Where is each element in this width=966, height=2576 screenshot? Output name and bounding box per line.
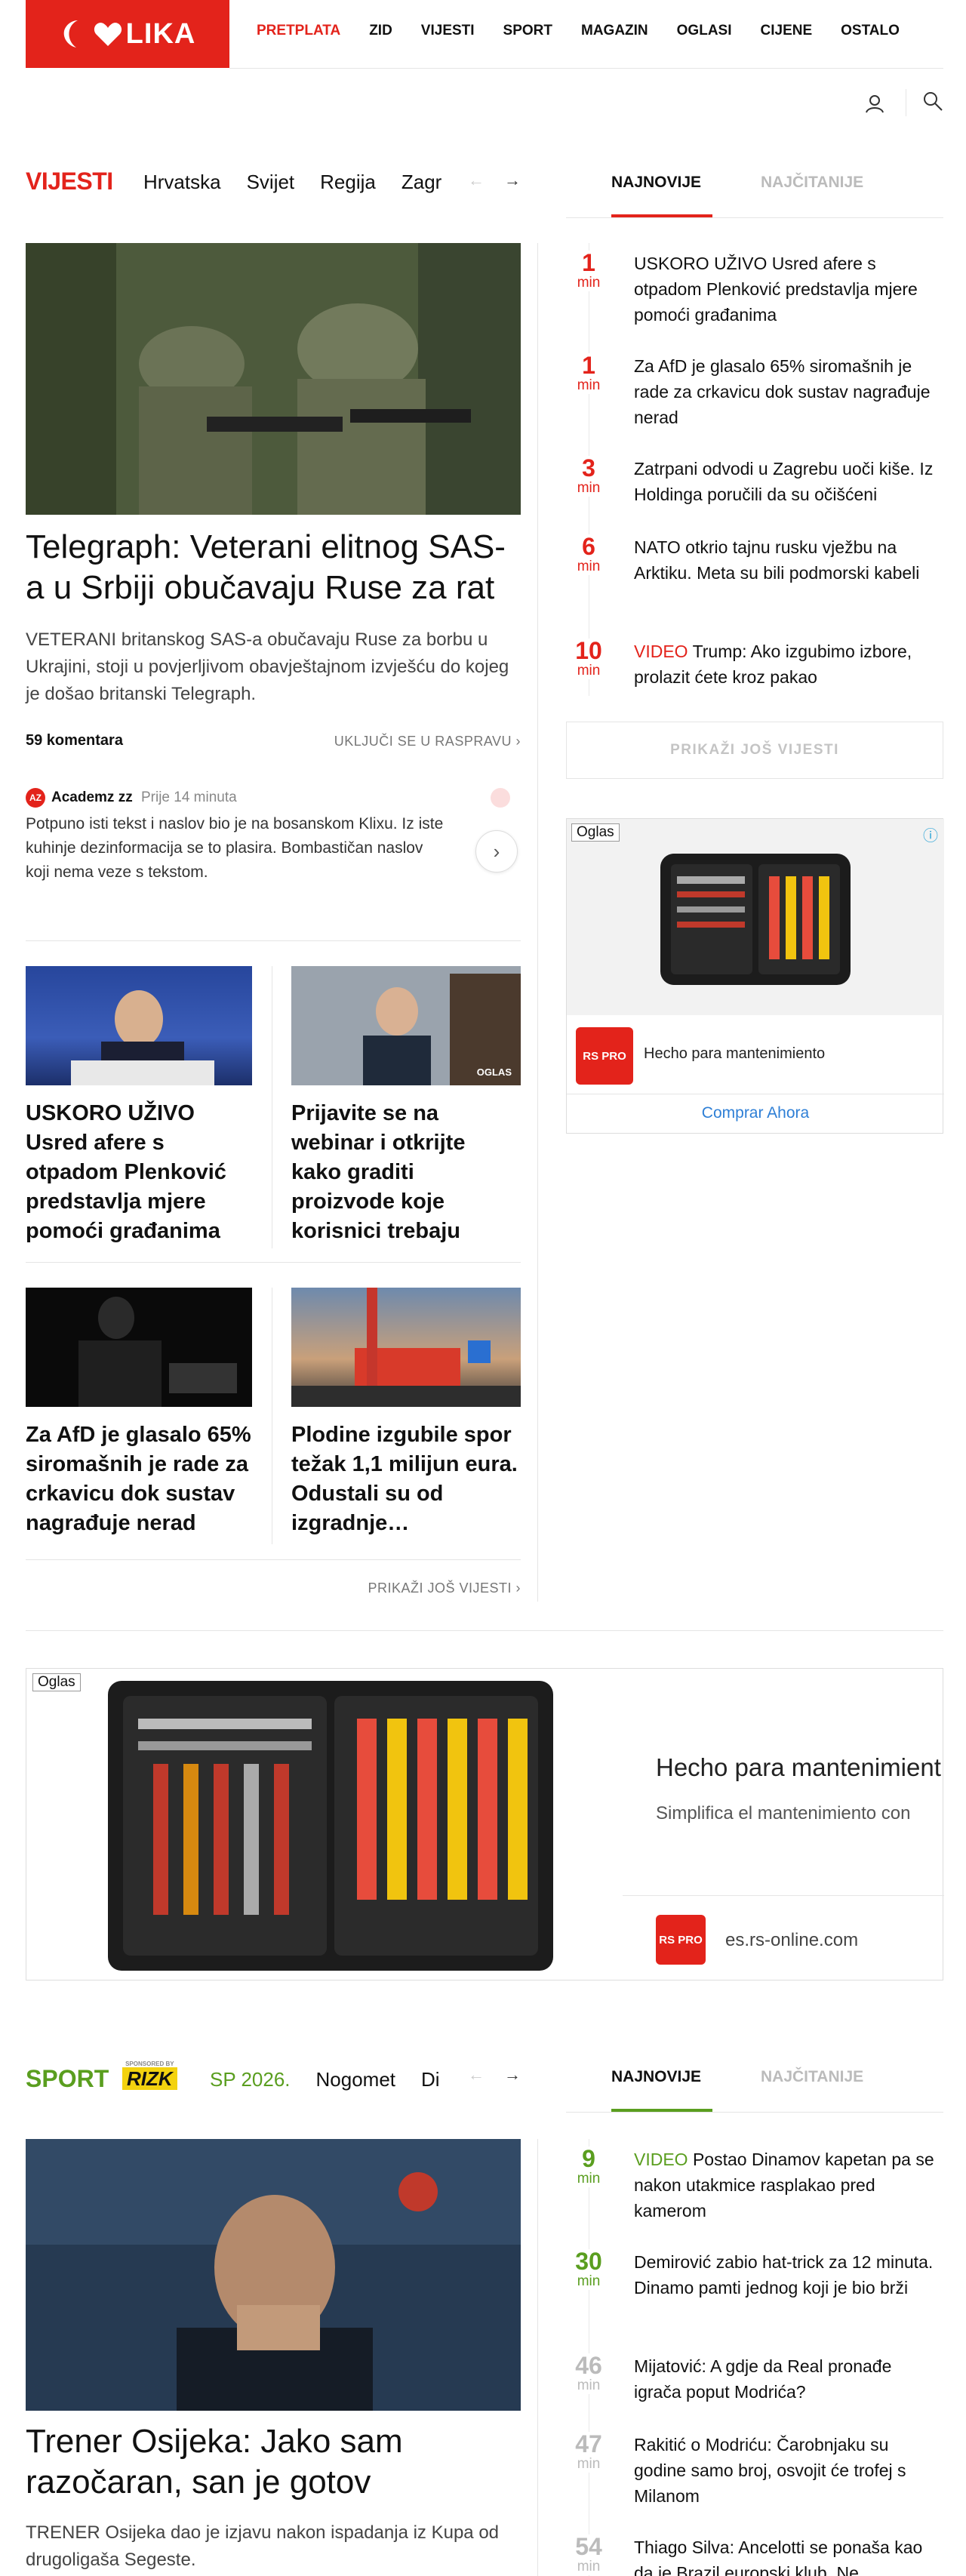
ad-subtitle: Simplifica el mantenimiento con (656, 1803, 911, 1824)
tab-sp-2026[interactable]: SP 2026. (210, 2068, 291, 2091)
ad-domain[interactable]: es.rs-online.com (725, 1930, 858, 1951)
nav-magazin[interactable]: MAGAZIN (581, 23, 648, 39)
rail-tab-najnovije[interactable]: NAJNOVIJE (611, 174, 701, 192)
show-more-news-link[interactable]: PRIKAŽI JOŠ VIJESTI › (294, 1580, 521, 1596)
arrow-left-icon[interactable]: ← (468, 2065, 485, 2085)
sport-lead-headline[interactable]: Trener Osijeka: Jako sam razočaran, san … (26, 2421, 524, 2503)
top-navigation: PRETPLATA ZID VIJESTI SPORT MAGAZIN OGLA… (257, 23, 928, 39)
tab-nogomet[interactable]: Nogomet (316, 2068, 396, 2091)
card-title[interactable]: Prijavite se na webinar i otkrijte kako … (291, 1099, 521, 1246)
section-title-vijesti[interactable]: VIJESTI (26, 168, 113, 195)
rail-tabs-divider (566, 217, 943, 218)
tab-hrvatska[interactable]: Hrvatska (143, 171, 221, 194)
arrow-right-icon[interactable]: → (504, 2065, 521, 2085)
ad-cta-link[interactable]: Comprar Ahora (567, 1104, 944, 1122)
sport-rail-tab-najnovije[interactable]: NAJNOVIJE (611, 2068, 701, 2086)
comment-time: Prije 14 minuta (140, 789, 237, 805)
ad-headline: Hecho para mantenimient (656, 1753, 941, 1781)
card-row-divider (26, 1262, 521, 1263)
logo-text: LIKA (125, 17, 196, 50)
nav-sport[interactable]: SPORT (503, 23, 552, 39)
rail-item[interactable]: 3 min Zatrpani odvodi u Zagrebu uoči kiše… (563, 456, 940, 516)
rs-pro-logo: RS PRO (576, 1027, 633, 1085)
news-tabs: Hrvatska Svijet Regija Zagr (143, 171, 445, 194)
nav-cijene[interactable]: CIJENE (761, 23, 813, 39)
nav-oglasi[interactable]: OGLASI (677, 23, 732, 39)
sport-rail-item[interactable]: 47 min Rakitić o Modriću: Čarobnjaku su g… (563, 2432, 940, 2515)
ad-headline: Hecho para mantenimiento (644, 1045, 826, 1062)
arrow-left-icon[interactable]: ← (468, 171, 485, 190)
column-divider (537, 243, 538, 1602)
user-icon[interactable] (865, 94, 884, 117)
lead-lede: VETERANI britanskog SAS-a obučavaju Ruse… (26, 629, 509, 704)
comment-count[interactable]: 59 komentara (26, 732, 123, 749)
header-divider (229, 68, 943, 69)
card-image-plodine[interactable] (291, 1288, 521, 1407)
rail-tab-najcitanije[interactable]: NAJČITANIJE (761, 174, 863, 192)
nav-ostalo[interactable]: OSTALO (841, 23, 900, 39)
ad-wide[interactable]: Oglas Hecho para mantenimient Simplifica… (26, 1668, 944, 1980)
comment-text: Potpuno isti tekst i naslov bio je na bo… (26, 815, 444, 881)
video-label: VIDEO (634, 642, 688, 661)
section-divider (26, 1630, 943, 1631)
tab-svijet[interactable]: Svijet (247, 171, 295, 194)
rail-item[interactable]: 1 min USKORO UŽIVO Usred afere s otpadom … (563, 251, 940, 334)
card-title[interactable]: Plodine izgubile spor težak 1,1 milijun … (291, 1420, 521, 1538)
card-image-plenkovic[interactable] (26, 966, 252, 1085)
rail-show-more-button[interactable]: PRIKAŽI JOŠ VIJESTI (566, 722, 943, 779)
nav-vijesti[interactable]: VIJESTI (421, 23, 475, 39)
sport-rail-item[interactable]: 54 min Thiago Silva: Ancelotti se ponaša … (563, 2534, 940, 2576)
next-comment-button[interactable]: › (475, 830, 518, 873)
column-divider (537, 2139, 538, 2576)
sport-lead-lede: TRENER Osijeka dao je izjavu nakon ispad… (26, 2522, 500, 2570)
sport-tabs: SP 2026. Nogomet Di (210, 2068, 444, 2091)
ad-label: Oglas (571, 823, 620, 842)
ad-product-image (660, 854, 851, 985)
comment-avatar: AZ (26, 788, 45, 808)
nav-zid[interactable]: ZID (369, 23, 392, 39)
rail-item[interactable]: 6 min NATO otkrio tajnu rusku vježbu na A… (563, 534, 940, 617)
join-discussion-link[interactable]: UKLJUČI SE U RASPRAVU › (328, 734, 521, 749)
ad-divider (623, 1895, 944, 1896)
tab-di[interactable]: Di (421, 2068, 440, 2091)
comment-header: Academz zz Prije 14 minuta (51, 789, 237, 806)
sport-rail-item[interactable]: 30 min Demirović zabio hat-trick za 12 mi… (563, 2249, 940, 2332)
lead-divider (26, 940, 521, 941)
ad-info-icon[interactable]: ⓘ (923, 823, 938, 845)
ad-badge: OGLAS (476, 1066, 512, 1078)
logo-moon-icon (63, 20, 78, 48)
tab-regija[interactable]: Regija (320, 171, 376, 194)
lead-article-image[interactable] (26, 243, 521, 515)
sponsor-logo[interactable]: SPONSORED BY RIZK (122, 2060, 177, 2090)
grid-bottom-divider (26, 1559, 521, 1560)
card-image-afd[interactable] (26, 1288, 252, 1407)
tab-zagreb[interactable]: Zagr (401, 171, 441, 194)
rail-item[interactable]: 10 min VIDEO Trump: Ako izgubimo izbore, … (563, 639, 940, 699)
site-logo[interactable]: LIKA (26, 0, 229, 68)
ad-small[interactable]: Oglas ⓘ RS PRO Hecho para mantenimiento … (566, 818, 944, 1134)
rs-pro-logo: RS PRO (656, 1915, 706, 1965)
logo-heart-icon (94, 23, 122, 46)
sport-rail-item[interactable]: 9 min VIDEO Postao Dinamov kapetan pa se … (563, 2147, 940, 2230)
ad-product-image (108, 1681, 553, 1971)
sport-rail-tabs-divider (566, 2112, 943, 2113)
video-label: VIDEO (634, 2150, 688, 2169)
lead-headline[interactable]: Telegraph: Veterani elitnog SAS-a u Srbi… (26, 527, 524, 608)
sport-rail-item[interactable]: 46 min Mijatović: A gdje da Real pronađe … (563, 2353, 940, 2414)
card-title[interactable]: Za AfD je glasalo 65% siromašnih je rade… (26, 1420, 260, 1538)
search-icon[interactable] (922, 91, 943, 115)
ad-label: Oglas (32, 1673, 81, 1691)
card-image-webinar[interactable]: OGLAS (291, 966, 521, 1085)
arrow-right-icon[interactable]: → (504, 171, 521, 190)
sport-lead-image[interactable] (26, 2139, 521, 2411)
nav-pretplata[interactable]: PRETPLATA (257, 23, 340, 39)
card-title[interactable]: USKORO UŽIVO Usred afere s otpadom Plenk… (26, 1099, 260, 1246)
sport-rail-tab-najcitanije[interactable]: NAJČITANIJE (761, 2068, 863, 2086)
section-title-sport[interactable]: SPORT (26, 2065, 109, 2093)
comment-author[interactable]: Academz zz (51, 789, 133, 805)
rail-item[interactable]: 1 min Za AfD je glasalo 65% siromašnih je… (563, 353, 940, 436)
